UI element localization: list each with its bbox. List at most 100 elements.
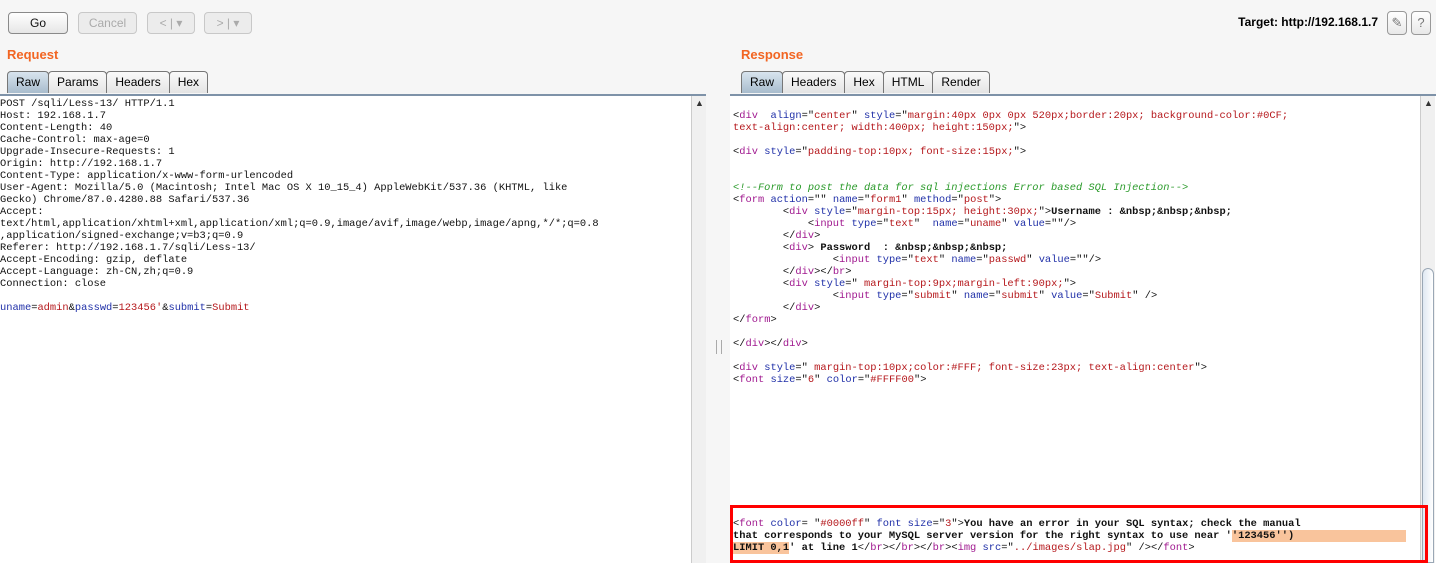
target-label: Target: http://192.168.1.7 <box>1238 15 1378 29</box>
code-text: ,application/signed-exchange;v=b3;q=0.9 <box>0 230 244 242</box>
tab-hex[interactable]: Hex <box>168 71 209 93</box>
request-tabs: Raw Params Headers Hex <box>7 71 209 93</box>
tag-name: div <box>789 278 808 290</box>
code-line: Cache-Control: max-age=0 <box>0 134 599 146</box>
attr-name: style <box>864 110 896 122</box>
attr-name: style <box>814 206 846 218</box>
tag-name: div <box>795 302 815 314</box>
code-text: POST /sqli/Less-13/ HTTP/1.1 <box>0 98 175 110</box>
attr-value: #FFFF00 <box>870 374 914 386</box>
code-text: "> <box>1013 146 1027 158</box>
code-line: <input type="text" name="passwd" value="… <box>733 254 1288 266</box>
tab-raw[interactable]: Raw <box>741 71 784 93</box>
attr-name: align <box>770 110 802 122</box>
attr-value: text <box>888 218 914 230</box>
code-line: Upgrade-Insecure-Requests: 1 <box>0 146 599 158</box>
scroll-up-icon[interactable]: ▲ <box>695 98 704 108</box>
code-line: <input type="text" name="uname" value=""… <box>733 218 1288 230</box>
scroll-up-icon[interactable]: ▲ <box>1424 98 1433 108</box>
comment: <!--Form to post the data for sql inject… <box>733 182 1189 194</box>
tag-name: font <box>739 374 765 386</box>
code-text: Upgrade-Insecure-Requests: 1 <box>0 146 175 158</box>
help-button[interactable]: ? <box>1411 11 1431 35</box>
code-text: =" <box>901 290 914 302</box>
code-line: Gecko) Chrome/87.0.4280.88 Safari/537.36 <box>0 194 599 206</box>
code-text: =" <box>857 194 871 206</box>
param-value: 123456' <box>118 302 163 314</box>
code-text: =" <box>795 146 808 158</box>
request-scrollbar[interactable]: ▲ <box>691 96 706 563</box>
tag-name: div <box>795 230 815 242</box>
response-text[interactable]: <div align="center" style="margin:40px 0… <box>733 110 1288 386</box>
tag-name: div <box>739 146 758 158</box>
attr-name: value <box>1051 290 1083 302</box>
response-scrollbar[interactable]: ▲ <box>1420 96 1435 563</box>
code-line: User-Agent: Mozilla/5.0 (Macintosh; Inte… <box>0 182 599 194</box>
attr-value: center <box>814 110 852 122</box>
code-line: <font size="6" color="#FFFF00"> <box>733 374 1288 386</box>
code-text: < <box>733 242 790 254</box>
code-line: Origin: http://192.168.1.7 <box>0 158 599 170</box>
response-editor[interactable]: <div align="center" style="margin:40px 0… <box>730 94 1436 563</box>
code-line: <input type="submit" name="submit" value… <box>733 290 1288 302</box>
code-text: Host: 192.168.1.7 <box>0 110 107 122</box>
code-line: <div style="margin-top:15px; height:30px… <box>733 206 1288 218</box>
code-line: Accept-Language: zh-CN,zh;q=0.9 <box>0 266 599 278</box>
attr-value: post <box>963 194 989 206</box>
bold-text: Username : &nbsp;&nbsp;&nbsp; <box>1051 206 1232 218</box>
code-text: =" <box>1082 290 1095 302</box>
code-line: uname=admin&passwd=123456'&submit=Submit <box>0 302 599 314</box>
code-text: ></ <box>814 266 833 278</box>
back-button[interactable]: < | ▾ <box>147 12 195 34</box>
code-text: =" <box>957 218 971 230</box>
code-text: " <box>814 374 827 386</box>
cancel-button[interactable]: Cancel <box>78 12 137 34</box>
code-text: " <box>851 110 865 122</box>
param-value: admin <box>37 302 69 314</box>
attr-name: type <box>851 218 877 230</box>
code-text: "> <box>1194 362 1207 374</box>
code-line: Connection: close <box>0 278 599 290</box>
code-text: =" <box>795 362 815 374</box>
code-line: Accept: <box>0 206 599 218</box>
code-text: =" <box>976 254 989 266</box>
code-text: "> <box>913 374 927 386</box>
code-text: > <box>801 338 808 350</box>
go-button[interactable]: Go <box>8 12 68 34</box>
request-editor[interactable]: POST /sqli/Less-13/ HTTP/1.1 Host: 192.16… <box>0 94 706 563</box>
tab-raw[interactable]: Raw <box>7 71 50 93</box>
attr-value: passwd <box>988 254 1027 266</box>
code-text: " /> <box>1132 290 1158 302</box>
attr-name: style <box>764 146 796 158</box>
code-line: </div></br> <box>733 266 1288 278</box>
tab-hex[interactable]: Hex <box>844 71 884 93</box>
attr-name: type <box>876 254 902 266</box>
code-text: =" <box>801 110 815 122</box>
param-name: submit <box>168 302 206 314</box>
attr-name: value <box>1038 254 1070 266</box>
code-text: =" <box>857 374 871 386</box>
code-text: </ <box>733 302 796 314</box>
code-line: <form action="" name="form1" method="pos… <box>733 194 1288 206</box>
forward-button[interactable]: > | ▾ <box>204 12 252 34</box>
tab-params[interactable]: Params <box>48 71 108 93</box>
tag-name: div <box>795 266 815 278</box>
code-text: Accept: <box>0 206 44 218</box>
pencil-icon[interactable]: ✎ <box>1387 11 1407 35</box>
attr-value: margin-top:15px; height:30px; <box>857 206 1039 218</box>
tab-headers[interactable]: Headers <box>106 71 170 93</box>
tab-html[interactable]: HTML <box>882 71 934 93</box>
code-text: =""/> <box>1069 254 1102 266</box>
request-text[interactable]: POST /sqli/Less-13/ HTTP/1.1 Host: 192.16… <box>0 98 599 314</box>
attr-value: margin:40px 0px 0px 520px;border:20px; b… <box>907 110 1289 122</box>
code-line: <div style="padding-top:10px; font-size:… <box>733 146 1288 158</box>
attr-name: style <box>814 278 846 290</box>
code-line: </div></div> <box>733 338 1288 350</box>
split-handle[interactable] <box>716 340 722 354</box>
tab-render[interactable]: Render <box>932 71 990 93</box>
attr-name: style <box>764 362 796 374</box>
tab-headers[interactable]: Headers <box>782 71 846 93</box>
code-text: "> <box>1038 206 1052 218</box>
